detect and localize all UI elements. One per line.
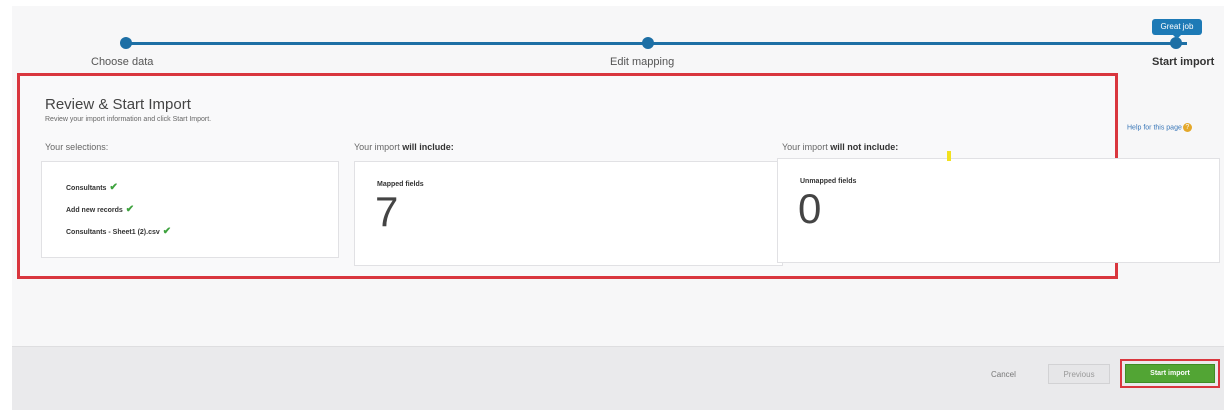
selection-item: Add new records ✔ [66,204,135,215]
exclude-header: Your import will not include: [782,142,899,152]
checkmark-icon: ✔ [125,204,135,215]
step-label-choose-data[interactable]: Choose data [91,56,153,68]
import-page: Great job Choose data Edit mapping Start… [12,6,1224,410]
cancel-button[interactable]: Cancel [991,370,1016,379]
step-dot-choose-data[interactable] [120,37,132,49]
unmapped-fields-count: 0 [798,185,822,232]
page-subtitle: Review your import information and click… [45,116,212,123]
mapped-fields-count: 7 [375,188,399,235]
unmapped-fields-label: Unmapped fields [800,178,857,185]
page-title: Review & Start Import [45,96,191,113]
mapped-fields-label: Mapped fields [377,181,424,188]
include-box: Mapped fields 7 [354,161,783,266]
help-link[interactable]: Help for this page? [1127,123,1192,132]
start-import-highlight: Start import [1120,359,1220,388]
step-dot-edit-mapping[interactable] [642,37,654,49]
start-import-button[interactable]: Start import [1125,364,1215,383]
previous-button[interactable]: Previous [1048,364,1110,384]
step-badge: Great job [1152,19,1202,39]
checkmark-icon: ✔ [162,226,172,237]
include-header: Your import will include: [354,142,454,152]
import-stepper: Great job Choose data Edit mapping Start… [12,6,1224,76]
step-label-start-import: Start import [1152,56,1215,68]
stepper-progress-line [125,42,1187,45]
exclude-box: Unmapped fields 0 [777,158,1220,263]
selection-item: Consultants - Sheet1 (2).csv ✔ [66,226,172,237]
step-label-edit-mapping[interactable]: Edit mapping [610,56,674,68]
selections-header: Your selections: [45,142,109,152]
help-icon: ? [1182,123,1192,132]
cursor-marker [947,151,951,161]
selection-item: Consultants ✔ [66,182,118,193]
selections-box: Consultants ✔ Add new records ✔ Consultant… [41,161,339,258]
footer-bar: Cancel Previous Start import [12,346,1224,410]
checkmark-icon: ✔ [109,182,118,193]
